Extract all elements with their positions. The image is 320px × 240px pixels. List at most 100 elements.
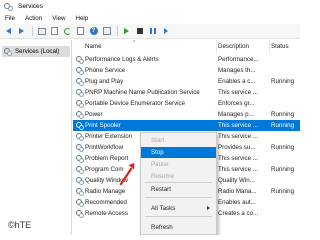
service-description: Enables a c... [218,77,256,85]
service-gear-icon [76,122,84,130]
service-row[interactable]: Phone Service Manages th... [73,65,300,76]
service-gear-icon [76,166,84,174]
service-description: Enforces gr... [218,99,255,107]
context-menu-label: Resume [151,173,175,180]
menu-action[interactable]: Action [25,15,42,22]
service-row[interactable]: Portable Device Enumerator Service Enforc… [73,98,300,109]
context-menu-separator [145,216,212,217]
service-name: Print Spooler [85,121,121,129]
column-header-name[interactable]: Name ^ [73,40,217,53]
restart-icon[interactable] [160,26,171,37]
toolbar-separator [117,26,118,36]
context-menu-label: All Tasks [151,205,176,212]
column-header-row: Name ^ Description Status [73,40,300,53]
context-menu-label: Restart [151,186,171,193]
service-gear-icon [76,56,84,64]
service-gear-icon [76,210,84,218]
service-name: Plug and Play [85,77,124,85]
context-menu-stop[interactable]: Stop [141,147,216,158]
context-menu-start[interactable]: Start [141,135,216,146]
service-gear-icon [76,177,84,185]
back-icon[interactable] [3,26,14,37]
service-description: This service ... [218,132,258,140]
watermark: ©hTE [8,220,32,230]
context-menu-separator [145,182,212,183]
menu-file[interactable]: File [5,15,15,22]
service-name: Performance Logs & Alerts [85,55,159,63]
context-menu: Start Stop Pause Resume Restart All Tasks Refr… [140,132,217,235]
refresh-icon[interactable] [62,26,73,37]
console-tree-icon[interactable] [36,26,47,37]
service-description: Manages p... [218,110,254,118]
column-header-name-label: Name [85,43,102,50]
forward-icon[interactable] [16,26,27,37]
menu-view[interactable]: View [52,15,65,22]
service-gear-icon [76,188,84,196]
service-description: Performance... [218,55,259,63]
service-gear-icon [76,78,84,86]
stop-icon[interactable] [134,26,145,37]
service-description: Enables aut... [218,198,256,206]
service-status: Running [271,143,295,151]
pause-icon[interactable] [147,26,158,37]
toolbar: ? [0,24,300,39]
services-window: Services File Action View Help ? Service… [0,0,300,235]
tree-item-label: Services (Local) [15,48,60,55]
service-name: Phone Service [85,66,126,74]
service-gear-icon [76,100,84,108]
toolbar-separator [32,26,33,36]
service-description: Radio Mana... [218,187,257,195]
properties-icon[interactable] [49,26,60,37]
context-menu-pause[interactable]: Pause [141,159,216,170]
column-header-status[interactable]: Status [270,40,300,53]
column-header-description[interactable]: Description [217,40,270,53]
service-status: Running [271,165,295,173]
sort-chevron-icon: ^ [133,40,136,46]
service-row[interactable]: Plug and Play Enables a c... Running [73,76,300,87]
menu-help[interactable]: Help [76,15,89,22]
chevron-right-icon [207,206,210,210]
service-status: Running [271,77,295,85]
context-menu-resume[interactable]: Resume [141,171,216,182]
window-title: Services [18,3,43,10]
service-gear-icon [76,155,84,163]
service-description: Creates a co... [218,209,259,217]
context-menu-separator [145,197,212,198]
service-description: This service ... [218,88,258,96]
service-row[interactable]: Performance Logs & Alerts Performance... [73,54,300,65]
tree-item-services-local[interactable]: Services (Local) [2,46,70,57]
context-menu-label: Refresh [151,224,173,231]
service-status: Running [271,121,295,129]
service-description: Manages th... [218,66,256,74]
service-gear-icon [76,67,84,75]
service-description: This service ... [218,121,258,129]
title-bar: Services [0,0,300,13]
service-name: Portable Device Enumerator Service [85,99,186,107]
column-header-status-label: Status [271,43,289,50]
service-gear-icon [76,89,84,97]
help-icon[interactable]: ? [88,26,99,37]
service-name: Power [85,110,103,118]
service-row-selected[interactable]: Print Spooler This service ... Running [73,120,300,131]
service-row[interactable]: Power Manages p... Running [73,109,300,120]
start-icon[interactable] [121,26,132,37]
services-gear-icon [4,47,12,56]
service-status: Running [271,110,295,118]
context-menu-restart[interactable]: Restart [141,184,216,195]
console-tree: Services (Local) [0,40,72,235]
context-menu-label: Pause [151,161,169,168]
context-menu-refresh[interactable]: Refresh [141,222,216,233]
services-gear-icon [4,2,13,11]
context-menu-all-tasks[interactable]: All Tasks [141,203,216,214]
properties-sheet-icon[interactable] [101,26,112,37]
service-gear-icon [76,133,84,141]
service-description: This service ... [218,154,258,162]
column-header-description-label: Description [218,43,249,50]
service-row[interactable]: PNRP Machine Name Publication Service Thi… [73,87,300,98]
service-description: Quality Win... [218,176,255,184]
service-gear-icon [76,144,84,152]
context-menu-label: Start [151,137,165,144]
service-name: PNRP Machine Name Publication Service [85,88,200,96]
service-gear-icon [76,111,84,119]
export-icon[interactable] [75,26,86,37]
